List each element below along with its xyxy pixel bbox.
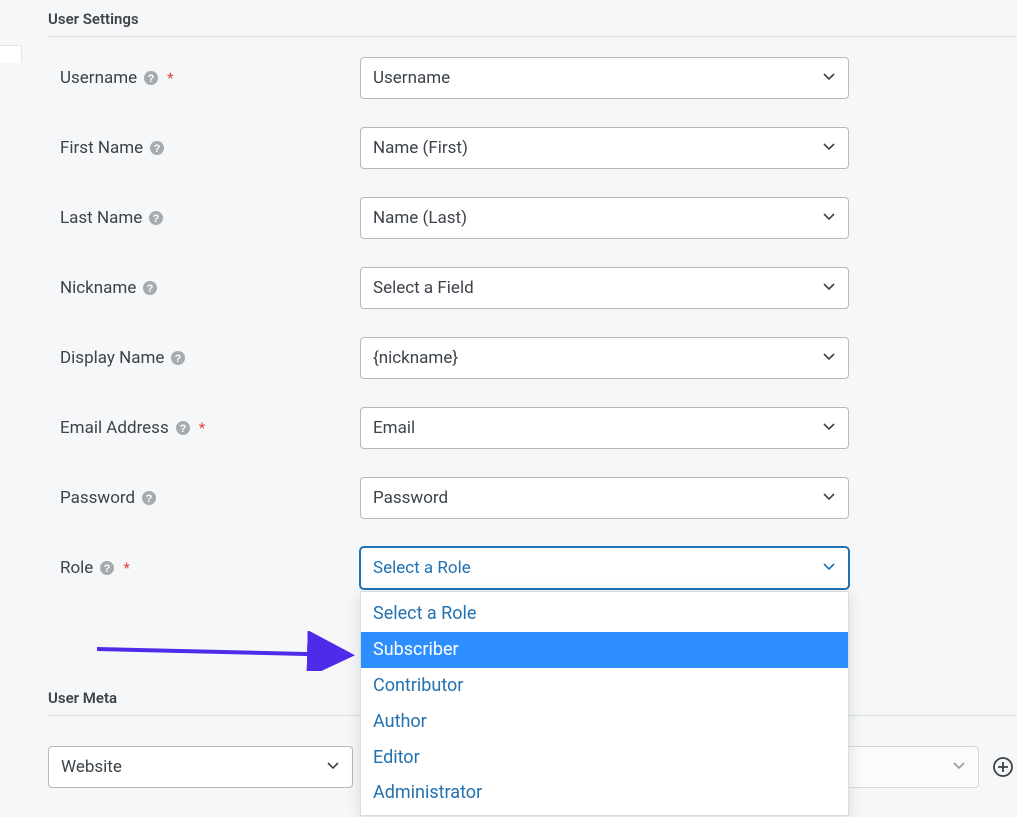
add-meta-button[interactable] xyxy=(989,753,1017,781)
username-row: Username ? * Username xyxy=(48,57,1017,99)
role-select-wrap: Select a Role Select a Role Subscriber C… xyxy=(360,547,849,589)
role-select-value: Select a Role xyxy=(373,558,471,578)
displayname-label-wrap: Display Name ? xyxy=(60,348,360,368)
required-mark: * xyxy=(167,69,173,87)
chevron-down-icon xyxy=(822,68,836,88)
firstname-label: First Name xyxy=(60,138,143,158)
help-icon[interactable]: ? xyxy=(141,490,157,506)
role-select[interactable]: Select a Role xyxy=(360,547,849,589)
username-select-value: Username xyxy=(373,68,450,88)
username-label-wrap: Username ? * xyxy=(60,68,360,88)
lastname-label: Last Name xyxy=(60,208,142,228)
user-settings-header: User Settings xyxy=(48,0,1017,37)
lastname-select-value: Name (Last) xyxy=(373,208,467,228)
chevron-down-icon xyxy=(822,488,836,508)
svg-text:?: ? xyxy=(154,143,161,155)
help-icon[interactable]: ? xyxy=(142,280,158,296)
email-select[interactable]: Email xyxy=(360,407,849,449)
nickname-label: Nickname xyxy=(60,278,136,298)
nickname-label-wrap: Nickname ? xyxy=(60,278,360,298)
required-mark: * xyxy=(199,419,205,437)
meta-left-select[interactable]: Website xyxy=(48,746,353,788)
displayname-select-value: {nickname} xyxy=(373,348,458,368)
password-row: Password ? Password xyxy=(48,477,1017,519)
role-label-wrap: Role ? * xyxy=(60,558,360,578)
svg-text:?: ? xyxy=(148,73,155,85)
displayname-select[interactable]: {nickname} xyxy=(360,337,849,379)
svg-text:?: ? xyxy=(179,423,186,435)
svg-text:?: ? xyxy=(146,493,153,505)
chevron-down-icon xyxy=(822,278,836,298)
main-panel: User Settings Username ? * Username xyxy=(0,0,1017,788)
email-select-value: Email xyxy=(373,418,415,438)
help-icon[interactable]: ? xyxy=(175,420,191,436)
role-row: Role ? * Select a Role Select a Role Sub… xyxy=(48,547,1017,589)
password-select[interactable]: Password xyxy=(360,477,849,519)
help-icon[interactable]: ? xyxy=(143,70,159,86)
nickname-select-value: Select a Field xyxy=(373,278,474,298)
lastname-select-wrap: Name (Last) xyxy=(360,197,849,239)
password-select-wrap: Password xyxy=(360,477,849,519)
chevron-down-icon xyxy=(326,757,340,777)
chevron-down-icon xyxy=(822,558,836,578)
required-mark: * xyxy=(123,559,129,577)
firstname-row: First Name ? Name (First) xyxy=(48,127,1017,169)
role-dropdown-list: Select a Role Subscriber Contributor Aut… xyxy=(360,591,849,816)
role-option-placeholder[interactable]: Select a Role xyxy=(361,596,848,632)
username-label: Username xyxy=(60,68,137,88)
nickname-select[interactable]: Select a Field xyxy=(360,267,849,309)
nickname-row: Nickname ? Select a Field xyxy=(48,267,1017,309)
username-select-wrap: Username xyxy=(360,57,849,99)
firstname-select[interactable]: Name (First) xyxy=(360,127,849,169)
displayname-select-wrap: {nickname} xyxy=(360,337,849,379)
displayname-row: Display Name ? {nickname} xyxy=(48,337,1017,379)
email-select-wrap: Email xyxy=(360,407,849,449)
password-label-wrap: Password ? xyxy=(60,488,360,508)
lastname-select[interactable]: Name (Last) xyxy=(360,197,849,239)
firstname-select-value: Name (First) xyxy=(373,138,468,158)
help-icon[interactable]: ? xyxy=(148,210,164,226)
role-option-subscriber[interactable]: Subscriber xyxy=(361,632,848,668)
role-label: Role xyxy=(60,558,93,578)
email-label-wrap: Email Address ? * xyxy=(60,418,360,438)
firstname-select-wrap: Name (First) xyxy=(360,127,849,169)
chevron-down-icon xyxy=(822,418,836,438)
svg-text:?: ? xyxy=(104,563,111,575)
svg-text:?: ? xyxy=(175,353,182,365)
password-label: Password xyxy=(60,488,135,508)
help-icon[interactable]: ? xyxy=(170,350,186,366)
left-panel-edge xyxy=(0,45,22,63)
displayname-label: Display Name xyxy=(60,348,164,368)
role-option-contributor[interactable]: Contributor xyxy=(361,668,848,704)
help-icon[interactable]: ? xyxy=(149,140,165,156)
svg-text:?: ? xyxy=(153,213,160,225)
email-label: Email Address xyxy=(60,418,169,438)
chevron-down-icon xyxy=(822,208,836,228)
chevron-down-icon xyxy=(822,348,836,368)
lastname-label-wrap: Last Name ? xyxy=(60,208,360,228)
svg-text:?: ? xyxy=(147,283,154,295)
user-settings-section: User Settings Username ? * Username xyxy=(48,0,1017,589)
chevron-down-icon xyxy=(952,757,966,777)
help-icon[interactable]: ? xyxy=(99,560,115,576)
role-option-editor[interactable]: Editor xyxy=(361,740,848,776)
lastname-row: Last Name ? Name (Last) xyxy=(48,197,1017,239)
role-option-administrator[interactable]: Administrator xyxy=(361,775,848,811)
firstname-label-wrap: First Name ? xyxy=(60,138,360,158)
role-option-author[interactable]: Author xyxy=(361,704,848,740)
username-select[interactable]: Username xyxy=(360,57,849,99)
password-select-value: Password xyxy=(373,488,448,508)
email-row: Email Address ? * Email xyxy=(48,407,1017,449)
chevron-down-icon xyxy=(822,138,836,158)
nickname-select-wrap: Select a Field xyxy=(360,267,849,309)
meta-left-value: Website xyxy=(61,757,122,777)
